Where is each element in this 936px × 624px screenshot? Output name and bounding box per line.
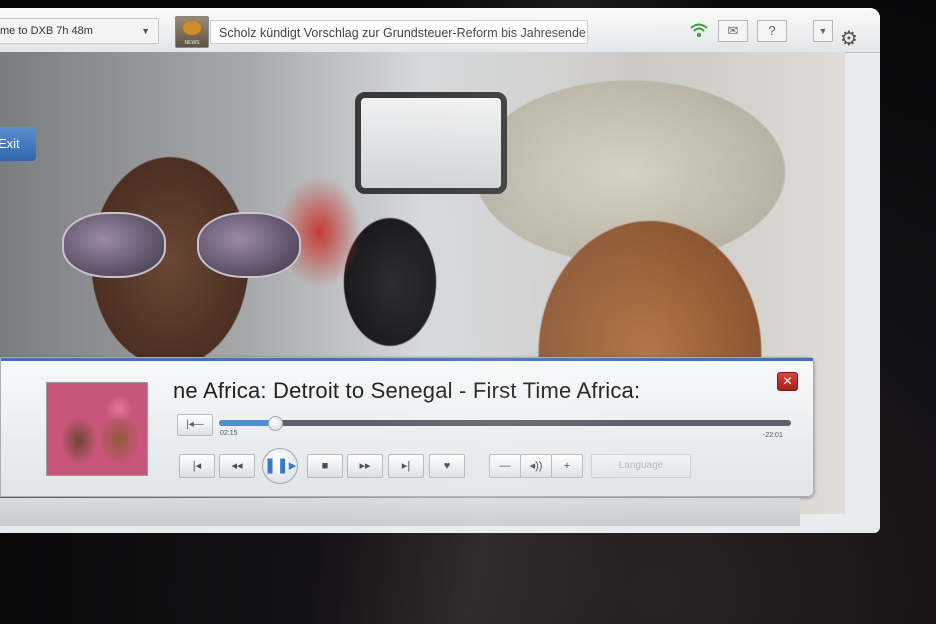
help-label: ? <box>768 23 776 38</box>
flight-info-dropdown[interactable]: me to DXB 7h 48m ▼ <box>0 18 159 44</box>
exit-button[interactable]: Exit <box>0 127 36 161</box>
elapsed-time: 02:15 <box>220 430 238 437</box>
rewind-button[interactable]: ◂◂ <box>219 454 255 478</box>
dropdown-icon[interactable]: ▼ <box>813 20 833 42</box>
remaining-time: -22:01 <box>763 432 783 439</box>
video-sunglasses <box>62 212 302 282</box>
flight-info-text: me to DXB 7h 48m <box>0 25 93 37</box>
video-thumbnail <box>46 382 148 476</box>
player-accent-bar <box>1 358 813 361</box>
news-channel-logo[interactable]: NEWS <box>175 16 209 48</box>
news-ticker[interactable]: Scholz kündigt Vorschlag zur Grundsteuer… <box>210 20 588 44</box>
volume-up-button[interactable]: + <box>551 454 583 478</box>
close-button[interactable]: ✕ <box>777 372 798 391</box>
progress-handle[interactable] <box>268 416 284 431</box>
video-title: ne Africa: Detroit to Senegal - First Ti… <box>173 378 641 403</box>
help-icon[interactable]: ? <box>757 20 787 42</box>
next-button[interactable]: ▸| <box>388 454 424 478</box>
mail-icon[interactable]: ✉ <box>718 20 748 42</box>
video-car-window <box>355 92 507 194</box>
ife-screen: me to DXB 7h 48m ▼ NEWS Scholz kündigt V… <box>0 8 880 533</box>
back-button[interactable]: |◂— <box>177 414 213 436</box>
play-pause-button[interactable]: ❚❚▸ <box>262 448 298 484</box>
wifi-icon[interactable] <box>690 22 708 41</box>
progress-fill <box>219 420 275 426</box>
progress-track[interactable] <box>219 416 791 431</box>
volume-down-button[interactable]: — <box>489 454 521 478</box>
language-button[interactable]: Language <box>591 454 691 478</box>
top-bar: me to DXB 7h 48m ▼ NEWS Scholz kündigt V… <box>0 8 880 53</box>
previous-button[interactable]: |◂ <box>179 454 215 478</box>
media-player-panel: ne Africa: Detroit to Senegal - First Ti… <box>0 357 814 497</box>
volume-icon[interactable]: ◂)) <box>520 454 552 478</box>
chevron-down-icon: ▼ <box>141 26 150 36</box>
stop-button[interactable]: ■ <box>307 454 343 478</box>
favorite-button[interactable]: ♥ <box>429 454 465 478</box>
fast-forward-button[interactable]: ▸▸ <box>347 454 383 478</box>
news-logo-text: NEWS <box>184 40 200 46</box>
screen-bottom-strip <box>0 498 800 526</box>
settings-icon[interactable]: ⚙ <box>840 26 858 51</box>
